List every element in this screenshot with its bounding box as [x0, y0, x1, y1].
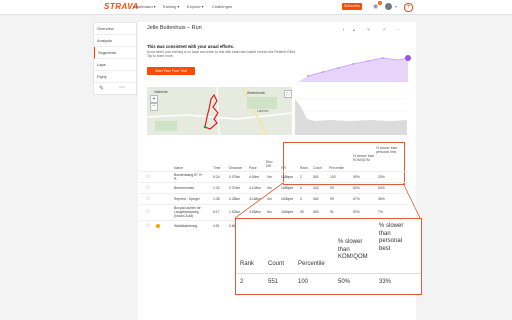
sidebar-item-overview[interactable]: Overview: [94, 23, 136, 35]
sidebar: Overview Analysis Segments Laps Flyby ✎ …: [93, 22, 137, 95]
sidebar-item-flyby[interactable]: Flyby: [94, 71, 136, 83]
zoom-divider: [236, 273, 421, 274]
cell-time: 0:24: [213, 175, 220, 179]
zoom-header-kom: % slower than KOM/QOM: [338, 239, 368, 260]
zoom-value-count: 551: [268, 279, 279, 285]
sidebar-actions: ✎ ⋯: [94, 83, 136, 94]
zoom-value-percentile: 100: [298, 279, 309, 285]
map-label-1: Valkeride: [154, 90, 168, 94]
zoom-out-icon[interactable]: −: [150, 103, 158, 111]
cell-time: 6:17: [213, 210, 220, 214]
star-icon[interactable]: ☆: [145, 174, 150, 180]
achievement-icon: [156, 224, 160, 228]
zoom-header-percentile: Percentile: [298, 261, 325, 267]
segment-name[interactable]: Bonderlaang 67 0+ R.: [174, 173, 206, 181]
nav-dashboard[interactable]: Dashboard ▾: [133, 4, 156, 9]
zoom-header-rank: Rank: [240, 261, 255, 267]
col-header-name[interactable]: Name: [174, 166, 183, 170]
more-icon[interactable]: ⋯: [119, 84, 125, 91]
sidebar-item-laps[interactable]: Laps: [94, 59, 136, 71]
zoom-connector: [235, 182, 421, 219]
zoom-header-count: Count: [268, 261, 285, 267]
segment-name[interactable]: Waldstatekmeg: [174, 224, 197, 228]
zoom-value-kom: 50%: [338, 279, 351, 285]
col-header-time[interactable]: Time: [213, 166, 220, 170]
cell-time: 4:51: [213, 224, 220, 228]
pencil-icon[interactable]: ✎: [99, 85, 104, 92]
nav-explore[interactable]: Explore ▾: [187, 4, 204, 9]
star-icon[interactable]: ☆: [145, 185, 150, 191]
segment-name[interactable]: Boxpad achter de Langeklampweg (Noord-Zu…: [174, 206, 210, 218]
segment-name[interactable]: Bremenmoen: [174, 186, 194, 190]
star-icon[interactable]: ☆: [145, 196, 150, 202]
zoomed-rank-panel: Rank Count Percentile % slower than KOM/…: [235, 218, 422, 295]
upsell-heading: This was consistent with your usual effo…: [147, 44, 235, 49]
free-trial-button[interactable]: Start Your Free Trial: [147, 67, 195, 75]
nav-challenges[interactable]: Challenges: [212, 4, 232, 9]
sidebar-item-analysis[interactable]: Analysis: [94, 35, 136, 47]
zoom-header-pb: % slower than personal best: [379, 223, 404, 252]
zoom-value-pb: 33%: [379, 279, 392, 285]
segment-name[interactable]: Represt - Spegel: [174, 197, 199, 201]
zoom-value-rank: 2: [240, 279, 244, 285]
star-icon[interactable]: ☆: [145, 209, 150, 215]
page-title: Jelle Buitenhuis – Run: [147, 25, 202, 31]
zoom-in-icon[interactable]: +: [150, 95, 158, 103]
sidebar-item-segments[interactable]: Segments: [94, 47, 136, 59]
star-icon[interactable]: ☆: [145, 223, 150, 229]
cell-time: 1:32: [213, 186, 220, 190]
route-start: [203, 125, 207, 129]
nav-training[interactable]: Training ▾: [162, 4, 179, 9]
cell-time: 1:38: [213, 197, 220, 201]
